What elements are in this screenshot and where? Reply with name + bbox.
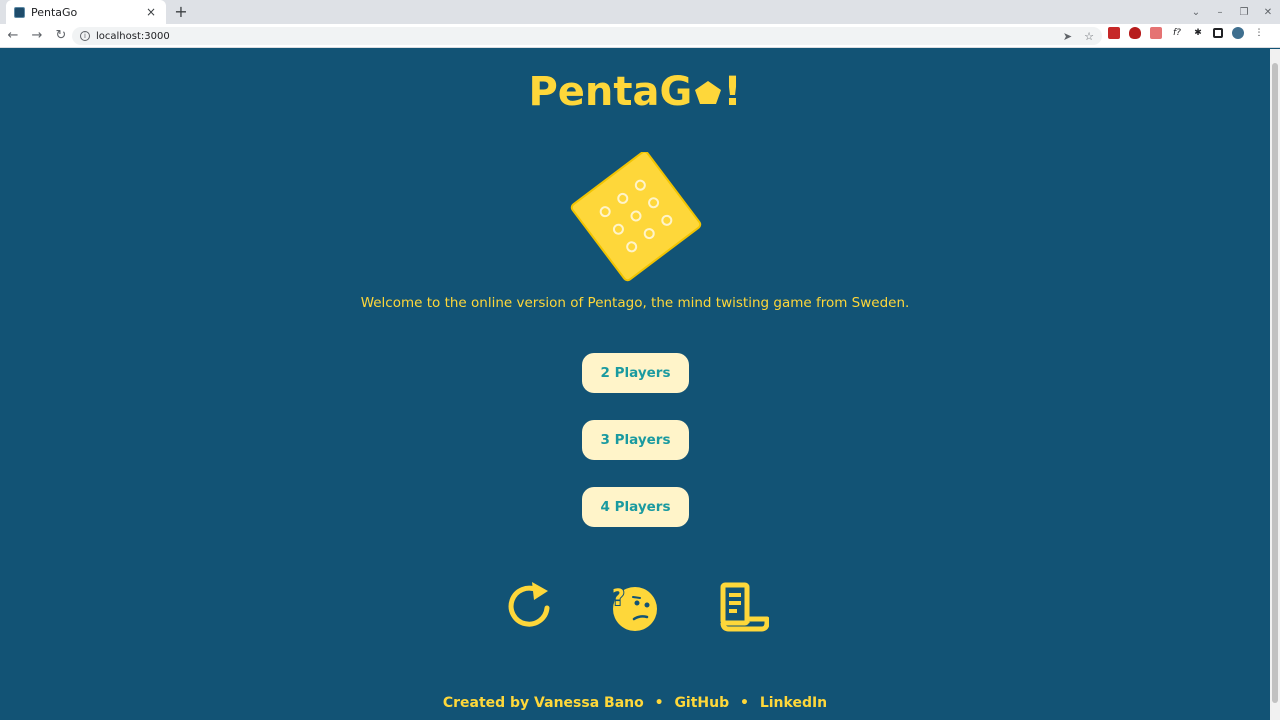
two-players-button[interactable]: 2 Players [582,353,689,393]
browser-tab[interactable]: PentaGo × [6,0,166,24]
tab-search-icon[interactable]: ⌄ [1190,7,1202,18]
footer-separator: • [654,695,664,711]
logo-text-left: PentaG [528,69,693,115]
restart-icon[interactable] [504,579,556,633]
forward-icon[interactable]: → [26,25,48,47]
browser-tab-bar: PentaGo × + ⌄ – ❐ ✕ [0,0,1280,24]
logo: PentaG ! [0,67,1270,117]
minimize-icon[interactable]: – [1214,7,1226,18]
extension-icon[interactable] [1108,27,1120,39]
send-icon[interactable]: ➤ [1063,30,1072,43]
new-tab-icon[interactable]: + [172,2,190,22]
welcome-text: Welcome to the online version of Pentago… [360,295,910,311]
pentago-board-illustration [570,152,702,282]
site-info-icon[interactable]: i [80,31,90,41]
scroll-icon[interactable] [717,579,769,633]
scrollbar-thumb[interactable] [1272,63,1278,703]
four-players-button[interactable]: 4 Players [582,487,689,527]
github-link[interactable]: GitHub [674,695,729,711]
function-extension-icon[interactable]: f? [1171,27,1183,39]
favicon-icon [14,6,25,18]
reload-icon[interactable]: ↻ [50,25,72,47]
pen-extension-icon[interactable] [1150,27,1162,39]
linkedin-link[interactable]: LinkedIn [760,695,827,711]
footer: Created by Vanessa Bano • GitHub • Linke… [0,695,1270,711]
side-panel-icon[interactable] [1213,28,1223,38]
window-controls: ⌄ – ❐ ✕ [1190,0,1274,24]
extensions-area: f? ✱ ⋮ [1108,27,1265,39]
profile-avatar-icon[interactable] [1232,27,1244,39]
shield-extension-icon[interactable] [1129,27,1141,39]
back-icon[interactable]: ← [2,25,24,47]
confused-face-icon[interactable]: ? [607,579,659,633]
page-content: PentaG ! Welcome to the online version o… [0,49,1270,720]
footer-separator: • [740,695,749,711]
puzzle-icon[interactable]: ✱ [1192,27,1204,39]
logo-text-right: ! [723,69,742,115]
bookmark-star-icon[interactable]: ☆ [1084,30,1094,43]
svg-text:?: ? [612,586,625,611]
url-text: localhost:3000 [96,30,170,42]
menu-kebab-icon[interactable]: ⋮ [1253,27,1265,39]
browser-toolbar: ← → ↻ i localhost:3000 ➤ ☆ [0,24,1280,48]
footer-credit: Created by Vanessa Bano [442,695,644,711]
restore-icon[interactable]: ❐ [1238,7,1250,18]
close-window-icon[interactable]: ✕ [1262,7,1274,18]
tab-title: PentaGo [31,5,78,19]
page-scrollbar[interactable] [1270,49,1280,720]
address-bar[interactable]: i localhost:3000 ➤ ☆ [72,27,1102,45]
three-players-button[interactable]: 3 Players [582,420,689,460]
pentagon-icon [695,81,722,104]
tab-close-icon[interactable]: × [144,5,158,19]
